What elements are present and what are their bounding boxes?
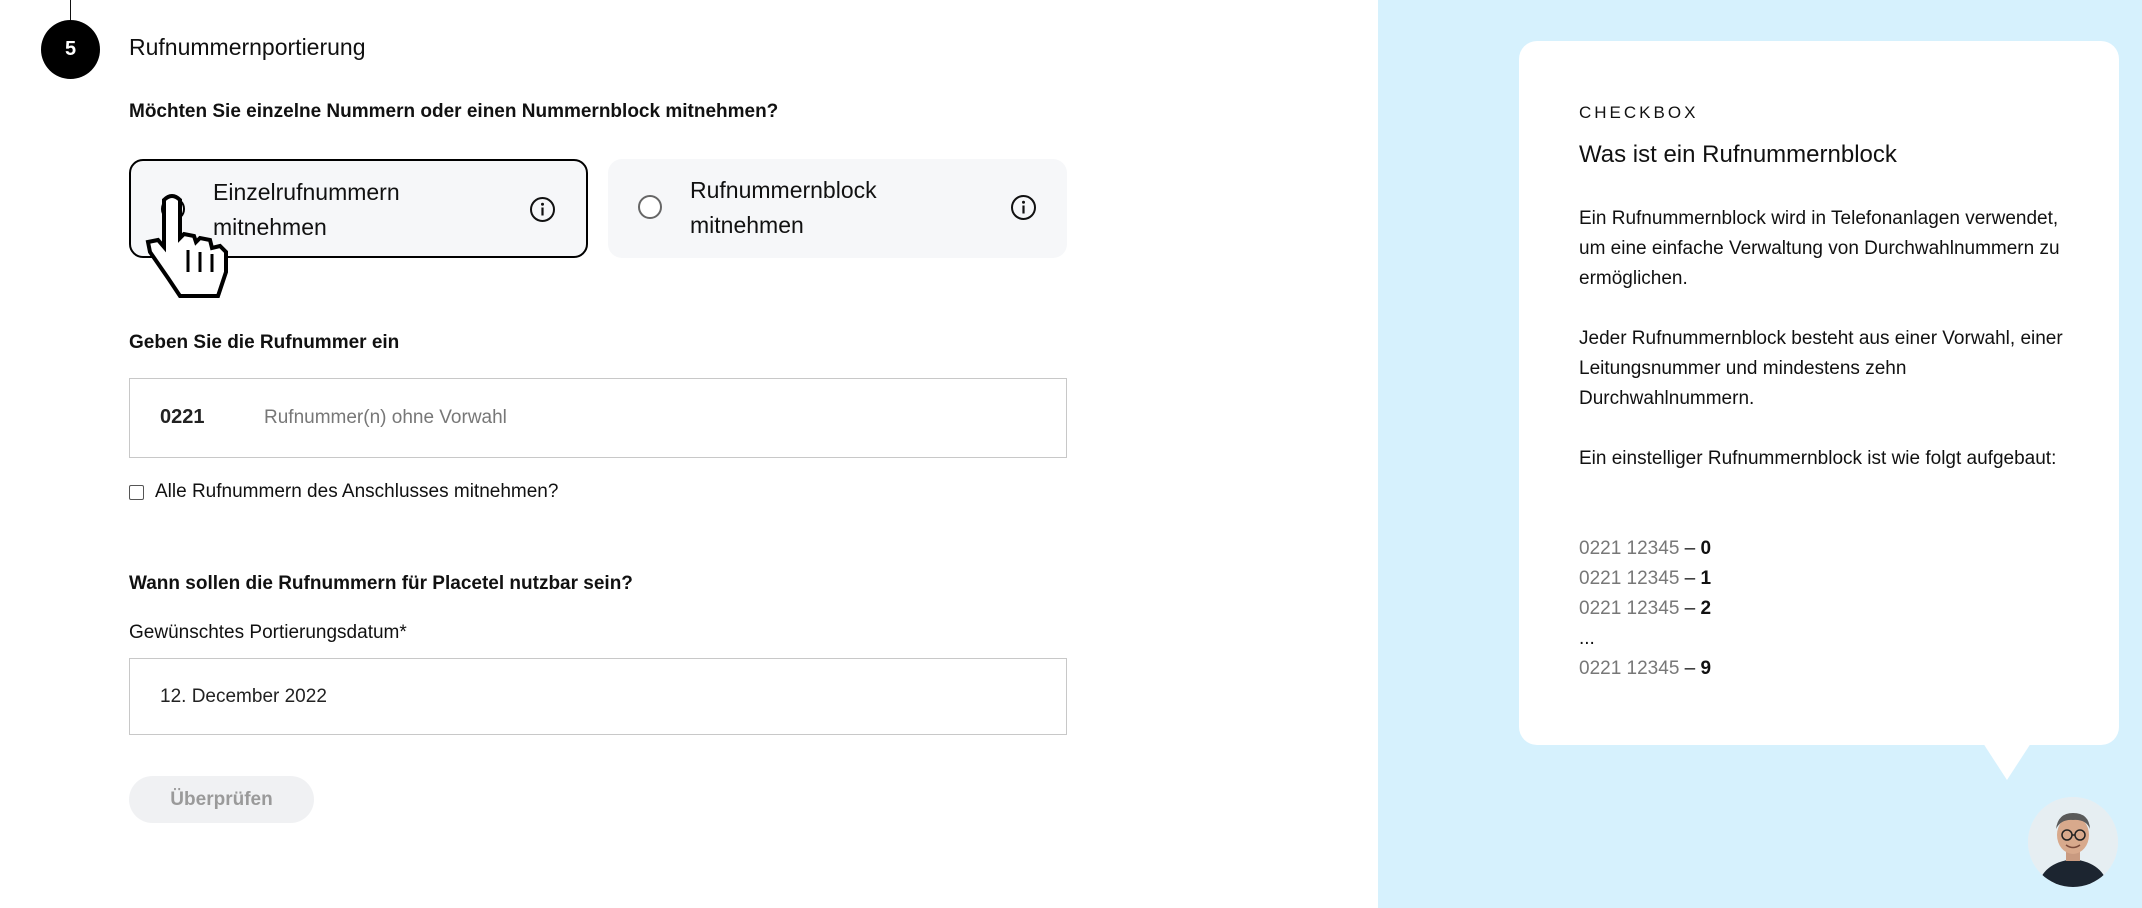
example-row: 0221 12345 – 1 <box>1579 564 1711 594</box>
option-single-numbers-label: Einzelrufnummern mitnehmen <box>213 179 400 240</box>
number-block-examples: 0221 12345 – 0 0221 12345 – 1 0221 12345… <box>1579 534 1711 684</box>
info-icon[interactable] <box>529 196 556 223</box>
phone-heading: Geben Sie die Rufnummer ein <box>129 332 400 353</box>
example-dash: – <box>1679 568 1701 589</box>
example-row: 0221 12345 – 9 <box>1579 654 1711 684</box>
example-row: 0221 12345 – 0 <box>1579 534 1711 564</box>
date-heading: Wann sollen die Rufnummern für Placetel … <box>129 573 633 594</box>
example-ellipsis: ... <box>1579 628 1595 649</box>
date-field-label: Gewünschtes Portierungsdatum* <box>129 622 407 644</box>
example-extension: 9 <box>1700 658 1712 679</box>
example-dash: – <box>1679 598 1701 619</box>
example-base: 0221 12345 <box>1579 598 1680 619</box>
example-row: 0221 12345 – 2 <box>1579 594 1711 624</box>
option-number-block[interactable]: Rufnummernblock mitnehmen <box>608 159 1067 258</box>
help-paragraph-2: Jeder Rufnummernblock besteht aus einer … <box>1579 328 2063 409</box>
help-panel: CHECKBOX Was ist ein Rufnummernblock Ein… <box>1378 0 2142 908</box>
example-extension: 0 <box>1700 538 1712 559</box>
phone-number-input[interactable] <box>264 399 1044 437</box>
form-area: 5 Rufnummernportierung Möchten Sie einze… <box>0 0 1378 908</box>
example-extension: 2 <box>1700 598 1712 619</box>
radio-number-block[interactable] <box>638 195 662 219</box>
help-eyebrow: CHECKBOX <box>1579 103 1699 122</box>
date-label-text: Gewünschtes Portierungsdatum <box>129 622 400 643</box>
hand-cursor-icon <box>145 194 228 298</box>
phone-field[interactable]: 0221 <box>129 378 1067 458</box>
all-numbers-checkbox-label: Alle Rufnummern des Anschlusses mitnehme… <box>155 481 559 502</box>
example-base: 0221 12345 <box>1579 658 1680 679</box>
example-dash: – <box>1679 658 1701 679</box>
help-title: Was ist ein Rufnummernblock <box>1579 141 1897 168</box>
help-paragraph-3: Ein einstelliger Rufnummernblock ist wie… <box>1579 448 2057 469</box>
info-icon[interactable] <box>1010 194 1037 221</box>
help-card: CHECKBOX Was ist ein Rufnummernblock Ein… <box>1519 41 2119 745</box>
all-numbers-checkbox-row[interactable]: Alle Rufnummern des Anschlusses mitnehme… <box>129 481 558 503</box>
example-base: 0221 12345 <box>1579 538 1680 559</box>
advisor-avatar <box>2028 797 2118 887</box>
phone-prefix: 0221 <box>160 406 205 428</box>
example-dash: – <box>1679 538 1701 559</box>
help-paragraph-1: Ein Rufnummernblock wird in Telefonanlag… <box>1579 208 2060 289</box>
step-connector-line <box>70 0 71 22</box>
date-value: 12. December 2022 <box>160 686 327 707</box>
check-button[interactable]: Überprüfen <box>129 776 314 823</box>
step-number-badge: 5 <box>41 20 100 79</box>
example-extension: 1 <box>1700 568 1712 589</box>
step-title: Rufnummernportierung <box>129 34 366 60</box>
all-numbers-checkbox[interactable] <box>129 484 144 500</box>
required-mark: * <box>399 622 407 643</box>
question-numbers-heading: Möchten Sie einzelne Nummern oder einen … <box>129 101 779 122</box>
option-number-block-label: Rufnummernblock mitnehmen <box>690 177 877 238</box>
date-field[interactable]: 12. December 2022 <box>129 658 1067 735</box>
example-base: 0221 12345 <box>1579 568 1680 589</box>
speech-bubble-tail <box>1983 744 2031 780</box>
